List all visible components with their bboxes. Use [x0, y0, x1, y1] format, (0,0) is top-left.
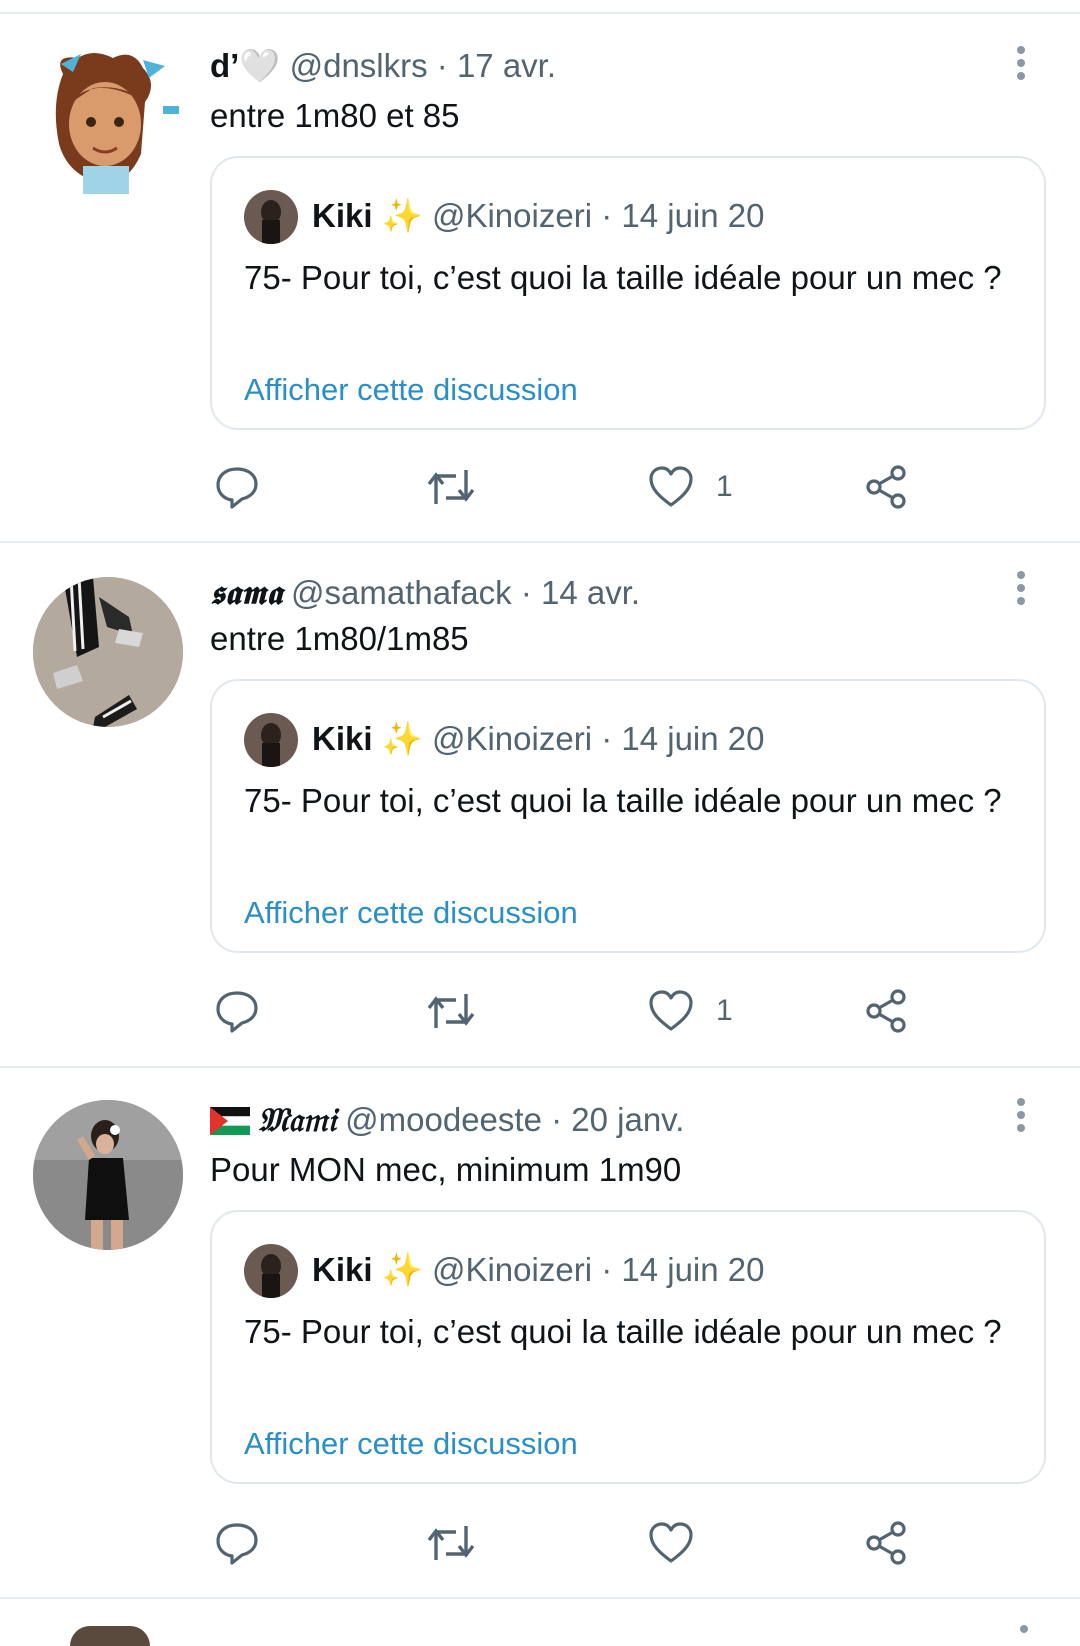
tweet-actions: 1 — [210, 462, 910, 512]
next-tweet-avatar-partial — [70, 1626, 150, 1646]
sparkles-emoji: ✨ — [381, 197, 423, 234]
retweet-button[interactable] — [426, 1518, 476, 1568]
tweet-actions — [210, 1518, 910, 1568]
tweet-date[interactable]: · 17 avr. — [437, 47, 556, 84]
display-name[interactable]: 𝔐𝔞𝔪𝔦 — [258, 1100, 336, 1139]
tweet-date[interactable]: · 20 janv. — [551, 1101, 684, 1138]
reply-button[interactable] — [214, 462, 260, 512]
show-thread-link[interactable]: Afficher cette discussion — [244, 372, 578, 408]
quoted-tweet[interactable]: Kiki ✨ @Kinoizeri · 14 juin 20 75- Pour … — [210, 156, 1046, 430]
share-button[interactable] — [864, 462, 910, 512]
user-handle[interactable]: @dnslkrs — [290, 47, 428, 84]
avatar[interactable] — [33, 1100, 183, 1250]
quoted-tweet[interactable]: Kiki ✨ @Kinoizeri · 14 juin 20 75- Pour … — [210, 679, 1046, 953]
quote-handle: @Kinoizeri — [431, 720, 593, 757]
palestine-flag-icon — [210, 1104, 250, 1144]
tweet-text: entre 1m80/1m85 — [210, 620, 469, 657]
quote-text: 75- Pour toi, c’est quoi la taille idéal… — [244, 782, 1002, 819]
quote-date: · 14 juin 20 — [601, 1251, 765, 1288]
avatar[interactable] — [33, 577, 183, 727]
retweet-icon — [427, 1526, 475, 1560]
retweet-button[interactable] — [426, 462, 476, 512]
display-name[interactable]: d’ — [210, 47, 239, 84]
quote-handle: @Kinoizeri — [431, 1251, 593, 1288]
tweet-date[interactable]: · 14 avr. — [521, 574, 640, 611]
reply-icon — [216, 991, 258, 1033]
avatar[interactable] — [33, 44, 183, 194]
quote-date: · 14 juin 20 — [601, 197, 765, 234]
retweet-icon — [427, 994, 475, 1028]
quote-text: 75- Pour toi, c’est quoi la taille idéal… — [244, 259, 1002, 296]
more-icon[interactable] — [1016, 1098, 1026, 1137]
sparkles-emoji: ✨ — [381, 1251, 423, 1288]
quote-text: 75- Pour toi, c’est quoi la taille idéal… — [244, 1313, 1002, 1350]
quote-avatar — [244, 1244, 298, 1298]
tweet-header: 𝔐𝔞𝔪𝔦 @moodeeste · 20 janv. — [210, 1100, 684, 1144]
quoted-tweet[interactable]: Kiki ✨ @Kinoizeri · 14 juin 20 75- Pour … — [210, 1210, 1046, 1484]
share-icon — [866, 465, 906, 509]
quote-avatar — [244, 190, 298, 244]
show-thread-link[interactable]: Afficher cette discussion — [244, 895, 578, 931]
quote-date: · 14 juin 20 — [601, 720, 765, 757]
tweet-header: d’🤍 @dnslkrs · 17 avr. — [210, 46, 556, 86]
white-heart-emoji: 🤍 — [239, 47, 281, 84]
tweet-divider — [0, 1066, 1080, 1068]
like-icon — [649, 466, 693, 507]
quote-display-name: Kiki — [312, 1251, 373, 1288]
quote-handle: @Kinoizeri — [431, 197, 593, 234]
like-count: 1 — [716, 470, 733, 503]
retweet-icon — [427, 470, 475, 504]
quote-header: Kiki ✨ @Kinoizeri · 14 juin 20 — [312, 719, 764, 759]
like-count: 1 — [716, 994, 733, 1027]
tweet-divider — [0, 541, 1080, 543]
more-icon[interactable] — [1016, 571, 1026, 610]
user-handle[interactable]: @samathafack — [291, 574, 512, 611]
more-icon — [1020, 1625, 1028, 1633]
user-handle[interactable]: @moodeeste — [345, 1101, 542, 1138]
like-icon — [649, 990, 693, 1031]
more-icon[interactable] — [1016, 46, 1026, 85]
share-button[interactable] — [864, 986, 910, 1036]
tweet-text: Pour MON mec, minimum 1m90 — [210, 1151, 682, 1188]
sparkles-emoji: ✨ — [381, 720, 423, 757]
like-button[interactable]: 1 — [648, 462, 733, 512]
like-button[interactable]: 1 — [648, 986, 733, 1036]
tweet-divider — [0, 1597, 1080, 1599]
quote-display-name: Kiki — [312, 197, 373, 234]
quote-avatar — [244, 713, 298, 767]
quote-header: Kiki ✨ @Kinoizeri · 14 juin 20 — [312, 196, 764, 236]
top-divider — [0, 12, 1080, 14]
reply-button[interactable] — [214, 1518, 260, 1568]
reply-icon — [216, 467, 258, 509]
tweet-text: entre 1m80 et 85 — [210, 97, 460, 134]
like-button[interactable] — [648, 1518, 716, 1568]
retweet-button[interactable] — [426, 986, 476, 1036]
display-name[interactable]: 𝖘𝖆𝖒𝖆 — [210, 573, 282, 612]
show-thread-link[interactable]: Afficher cette discussion — [244, 1426, 578, 1462]
share-button[interactable] — [864, 1518, 910, 1568]
reply-icon — [216, 1523, 258, 1565]
like-icon — [649, 1522, 693, 1563]
tweet-header: 𝖘𝖆𝖒𝖆 @samathafack · 14 avr. — [210, 573, 640, 613]
reply-button[interactable] — [214, 986, 260, 1036]
share-icon — [866, 1521, 906, 1565]
quote-display-name: Kiki — [312, 720, 373, 757]
tweet-actions: 1 — [210, 986, 910, 1036]
quote-header: Kiki ✨ @Kinoizeri · 14 juin 20 — [312, 1250, 764, 1290]
share-icon — [866, 989, 906, 1033]
